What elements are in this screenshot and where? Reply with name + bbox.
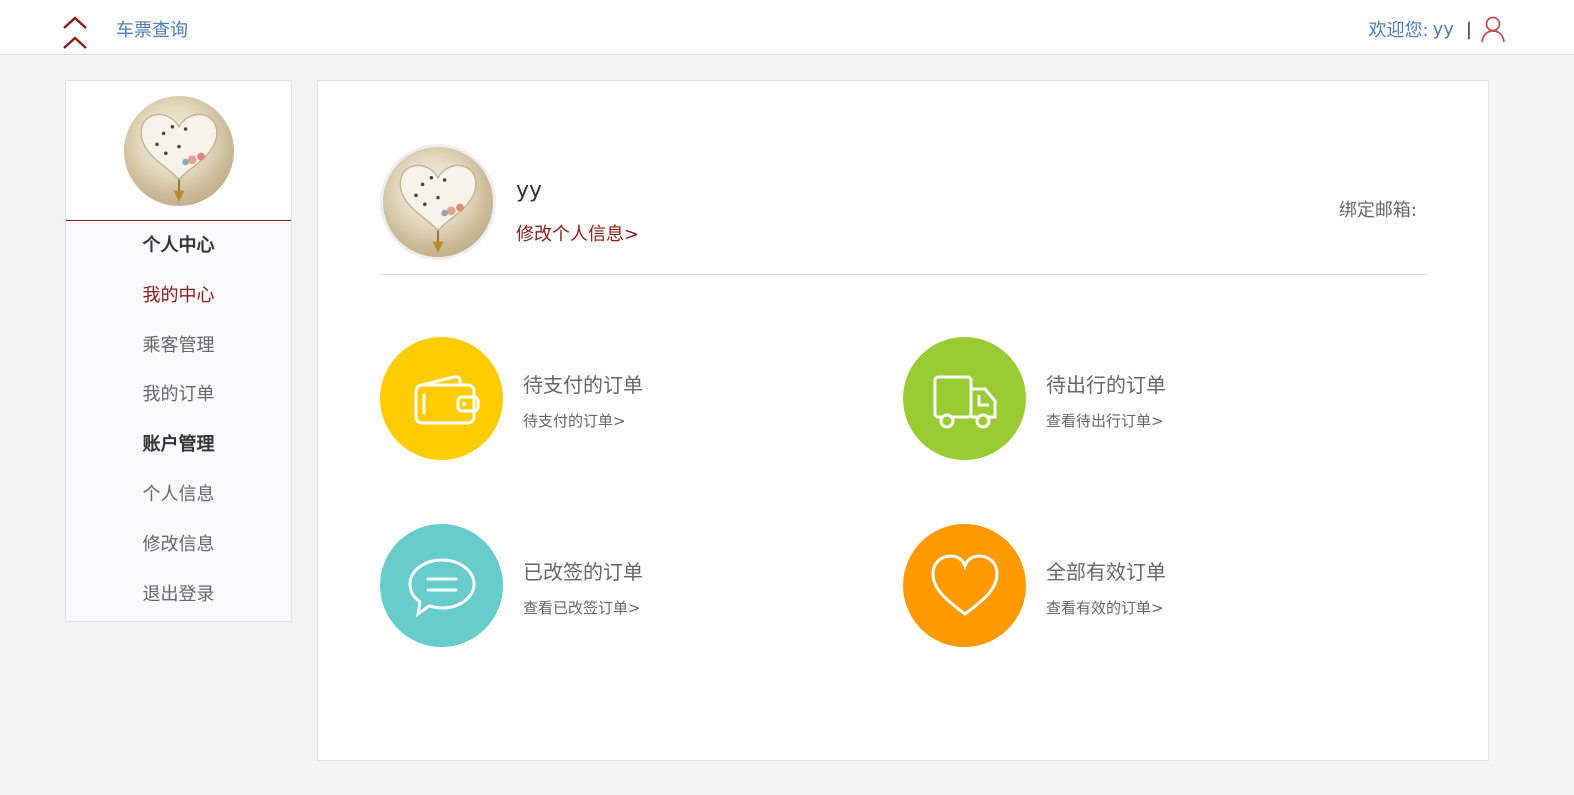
order-title-pending-travel: 待出行的订单 bbox=[1046, 373, 1166, 397]
order-link-all-valid[interactable]: 查看有效的订单> bbox=[1046, 597, 1164, 618]
header-username[interactable]: yy bbox=[1433, 19, 1454, 40]
sidebar: 个人中心 我的中心 乘客管理 我的订单 账户管理 个人信息 修改信息 退出登录 bbox=[65, 80, 292, 622]
sidebar-heading-account-management: 账户管理 bbox=[142, 434, 215, 456]
sidebar-menu: 个人中心 我的中心 乘客管理 我的订单 账户管理 个人信息 修改信息 退出登录 bbox=[66, 221, 291, 619]
bound-email-label: 绑定邮箱: bbox=[1338, 200, 1417, 221]
sidebar-item-logout[interactable]: 退出登录 bbox=[66, 570, 291, 620]
order-link-pending-payment[interactable]: 待支付的订单> bbox=[523, 410, 626, 431]
order-title-pending-payment: 待支付的订单 bbox=[523, 373, 643, 397]
double-chevron-up-logo-icon[interactable] bbox=[60, 14, 90, 52]
sidebar-heading-personal-center: 个人中心 bbox=[142, 235, 215, 256]
order-link-rebooked[interactable]: 查看已改签订单> bbox=[523, 597, 641, 618]
order-card-all-valid: 全部有效订单 查看有效的订单> bbox=[903, 524, 1323, 649]
top-bar: 车票查询 欢迎您: yy | bbox=[0, 0, 1574, 55]
order-circle-all-valid[interactable] bbox=[903, 524, 1026, 647]
sidebar-avatar bbox=[123, 95, 234, 206]
order-title-all-valid: 全部有效订单 bbox=[1046, 560, 1166, 584]
user-icon[interactable] bbox=[1480, 15, 1506, 43]
truck-icon bbox=[933, 375, 996, 428]
nav-link-ticket-query[interactable]: 车票查询 bbox=[116, 16, 188, 42]
sidebar-avatar-box bbox=[66, 81, 291, 221]
sidebar-item-passenger-management[interactable]: 乘客管理 bbox=[66, 321, 291, 371]
order-card-pending-travel: 待出行的订单 查看待出行订单> bbox=[903, 337, 1323, 462]
order-card-pending-payment: 待支付的订单 待支付的订单> bbox=[380, 337, 800, 462]
heart-icon bbox=[930, 553, 999, 616]
sidebar-item-my-center[interactable]: 我的中心 bbox=[66, 271, 291, 321]
order-title-rebooked: 已改签的订单 bbox=[523, 560, 643, 584]
profile-section: yy 修改个人信息> 绑定邮箱: bbox=[380, 144, 1427, 275]
welcome-area: 欢迎您: yy | bbox=[1369, 15, 1506, 43]
order-circle-pending-payment[interactable] bbox=[380, 337, 503, 460]
sidebar-item-my-orders[interactable]: 我的订单 bbox=[66, 370, 291, 420]
order-link-pending-travel[interactable]: 查看待出行订单> bbox=[1046, 410, 1164, 431]
header-separator: | bbox=[1465, 18, 1472, 40]
sidebar-item-personal-info[interactable]: 个人信息 bbox=[66, 470, 291, 520]
profile-name: yy bbox=[516, 178, 543, 203]
welcome-label: 欢迎您: bbox=[1368, 20, 1429, 41]
edit-profile-link[interactable]: 修改个人信息> bbox=[516, 220, 639, 246]
sidebar-item-edit-info[interactable]: 修改信息 bbox=[66, 520, 291, 570]
profile-avatar bbox=[380, 144, 496, 260]
order-circle-pending-travel[interactable] bbox=[903, 337, 1026, 460]
main-panel: yy 修改个人信息> 绑定邮箱: 待支付的订单 待支付的订单> 待出行的订单 查… bbox=[317, 80, 1489, 761]
wallet-icon bbox=[414, 374, 479, 424]
order-card-rebooked: 已改签的订单 查看已改签订单> bbox=[380, 524, 800, 649]
order-circle-rebooked[interactable] bbox=[380, 524, 503, 647]
chat-icon bbox=[407, 557, 476, 617]
